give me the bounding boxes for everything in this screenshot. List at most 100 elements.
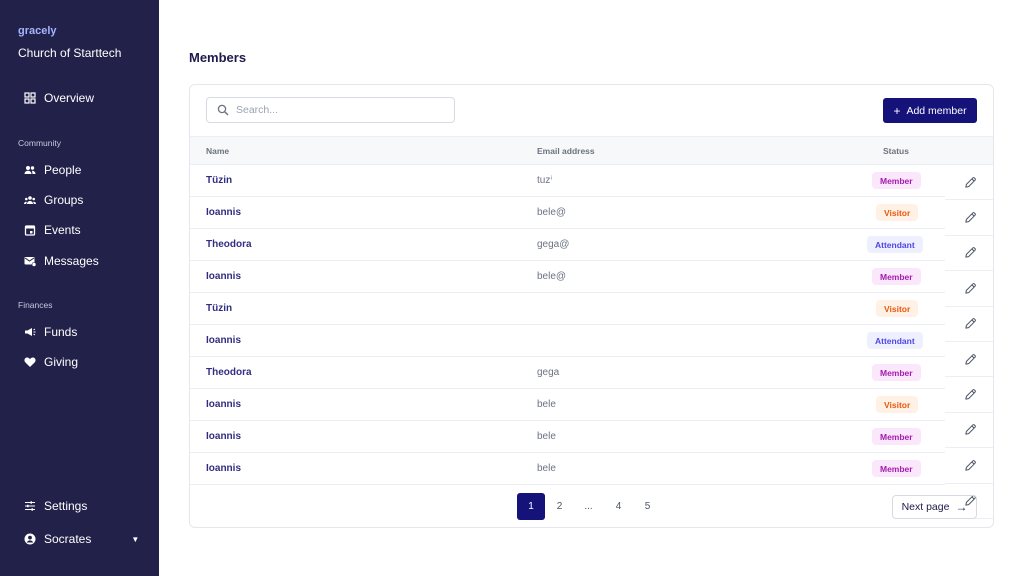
table-row: Ioannis bele@ Visitor bbox=[190, 197, 993, 229]
sidebar-item-label: Giving bbox=[44, 355, 79, 369]
groups-icon bbox=[24, 194, 36, 206]
user-name: Socrates bbox=[44, 532, 92, 546]
pencil-icon bbox=[964, 389, 976, 400]
organization-name: Church of Starttech bbox=[18, 46, 122, 60]
edit-button[interactable] bbox=[945, 235, 993, 272]
table-row: Ioannis bele Member bbox=[190, 453, 993, 485]
member-email: bele@ bbox=[537, 207, 567, 218]
member-email: bele bbox=[537, 463, 556, 474]
pencil-icon bbox=[964, 424, 976, 436]
edit-button[interactable] bbox=[945, 165, 993, 201]
edit-button[interactable] bbox=[945, 448, 993, 484]
page-button-5[interactable]: 5 bbox=[640, 493, 655, 520]
plus-icon: + bbox=[893, 103, 901, 118]
table-row: Theodora gega@ Attendant bbox=[190, 229, 993, 261]
add-member-label: Add member bbox=[906, 104, 967, 117]
brand-logo: gracely bbox=[18, 25, 57, 37]
grid-icon bbox=[24, 92, 36, 104]
edit-button[interactable] bbox=[945, 377, 993, 413]
edit-button[interactable] bbox=[945, 200, 993, 236]
table-row: Ioannis bele@ Member bbox=[190, 261, 993, 293]
sidebar-item-groups[interactable]: Groups bbox=[24, 190, 83, 210]
sidebar-item-events[interactable]: Events bbox=[24, 220, 81, 240]
next-page-label: Next page bbox=[901, 501, 950, 513]
page-ellipsis: ... bbox=[584, 501, 593, 512]
pencil-icon bbox=[964, 212, 976, 223]
member-name[interactable]: Theodora bbox=[206, 239, 252, 250]
mail-icon bbox=[24, 255, 36, 267]
member-name[interactable]: Ioannis bbox=[206, 335, 241, 346]
pencil-icon bbox=[964, 282, 976, 294]
sidebar-item-label: Funds bbox=[44, 325, 78, 339]
member-email: gega@ bbox=[537, 239, 570, 250]
edit-button[interactable] bbox=[945, 271, 993, 307]
member-name[interactable]: Ioannis bbox=[206, 399, 241, 410]
sidebar-item-label: Messages bbox=[44, 254, 99, 268]
table-row: Tüzin tuzⁱ Member bbox=[190, 165, 993, 197]
member-email: gega bbox=[537, 367, 560, 378]
status-badge: Member bbox=[872, 460, 921, 477]
sidebar-item-label: Groups bbox=[44, 193, 84, 207]
edit-button[interactable] bbox=[945, 412, 993, 449]
status-badge: Attendant bbox=[867, 332, 923, 349]
status-badge: Member bbox=[872, 268, 921, 285]
member-email: bele@ bbox=[537, 271, 567, 282]
status-badge: Attendant bbox=[867, 236, 923, 253]
arrow-right-icon: → bbox=[955, 500, 968, 514]
status-badge: Visitor bbox=[876, 204, 919, 221]
pencil-icon bbox=[964, 459, 976, 471]
status-badge: Member bbox=[872, 364, 921, 381]
status-badge: Visitor bbox=[876, 300, 919, 317]
pencil-icon bbox=[964, 318, 976, 329]
member-name[interactable]: Ioannis bbox=[206, 271, 241, 282]
table-row: Theodora gega Member bbox=[190, 357, 993, 389]
column-header-status: Status bbox=[883, 146, 909, 156]
sidebar-item-label: Settings bbox=[44, 499, 88, 513]
column-header-name: Name bbox=[206, 146, 230, 156]
sidebar-item-label: Overview bbox=[44, 91, 95, 105]
edit-button[interactable] bbox=[945, 306, 993, 342]
table-row: Ioannis bele Member bbox=[190, 421, 993, 453]
table-row: Tüzin Visitor bbox=[190, 293, 993, 325]
sidebar-item-label: Events bbox=[44, 223, 81, 237]
member-name[interactable]: Ioannis bbox=[206, 207, 241, 218]
search-icon bbox=[217, 104, 229, 116]
page-button-4[interactable]: 4 bbox=[611, 493, 626, 520]
member-name[interactable]: Ioannis bbox=[206, 463, 241, 474]
add-member-button[interactable]: + Add member bbox=[883, 98, 977, 123]
edit-column bbox=[945, 165, 993, 519]
page-button-1[interactable]: 1 bbox=[517, 493, 545, 520]
people-icon bbox=[24, 164, 36, 176]
user-avatar-icon bbox=[24, 533, 36, 545]
next-page-button[interactable]: Next page → bbox=[892, 495, 977, 519]
member-email: tuzⁱ bbox=[537, 175, 553, 186]
members-card: + Add member Name Email address Status T… bbox=[189, 84, 994, 528]
user-menu[interactable]: Socrates ▼ bbox=[24, 529, 139, 549]
page-title: Members bbox=[189, 50, 247, 65]
search-box[interactable] bbox=[206, 97, 455, 123]
member-name[interactable]: Tüzin bbox=[206, 175, 232, 186]
megaphone-icon bbox=[24, 326, 36, 338]
edit-button[interactable] bbox=[945, 341, 993, 378]
pencil-icon bbox=[964, 353, 976, 365]
pencil-icon bbox=[964, 247, 976, 259]
sidebar-item-people[interactable]: People bbox=[24, 160, 81, 180]
member-name[interactable]: Ioannis bbox=[206, 431, 241, 442]
column-header-email: Email address bbox=[537, 146, 595, 156]
sidebar-item-giving[interactable]: Giving bbox=[24, 352, 78, 372]
sidebar-item-funds[interactable]: Funds bbox=[24, 322, 77, 342]
member-name[interactable]: Theodora bbox=[206, 367, 252, 378]
member-email: bele bbox=[537, 399, 556, 410]
search-input[interactable] bbox=[236, 104, 436, 116]
page-button-2[interactable]: 2 bbox=[552, 493, 567, 520]
status-badge: Member bbox=[872, 172, 921, 189]
sidebar-item-messages[interactable]: Messages bbox=[24, 251, 99, 271]
heart-icon bbox=[24, 356, 36, 368]
sidebar-item-overview[interactable]: Overview bbox=[24, 88, 94, 108]
member-email: bele bbox=[537, 431, 556, 442]
table-header: Name Email address Status bbox=[190, 136, 993, 165]
status-badge: Visitor bbox=[876, 396, 919, 413]
sliders-icon bbox=[24, 500, 36, 512]
sidebar-item-settings[interactable]: Settings bbox=[24, 496, 87, 516]
member-name[interactable]: Tüzin bbox=[206, 303, 232, 314]
